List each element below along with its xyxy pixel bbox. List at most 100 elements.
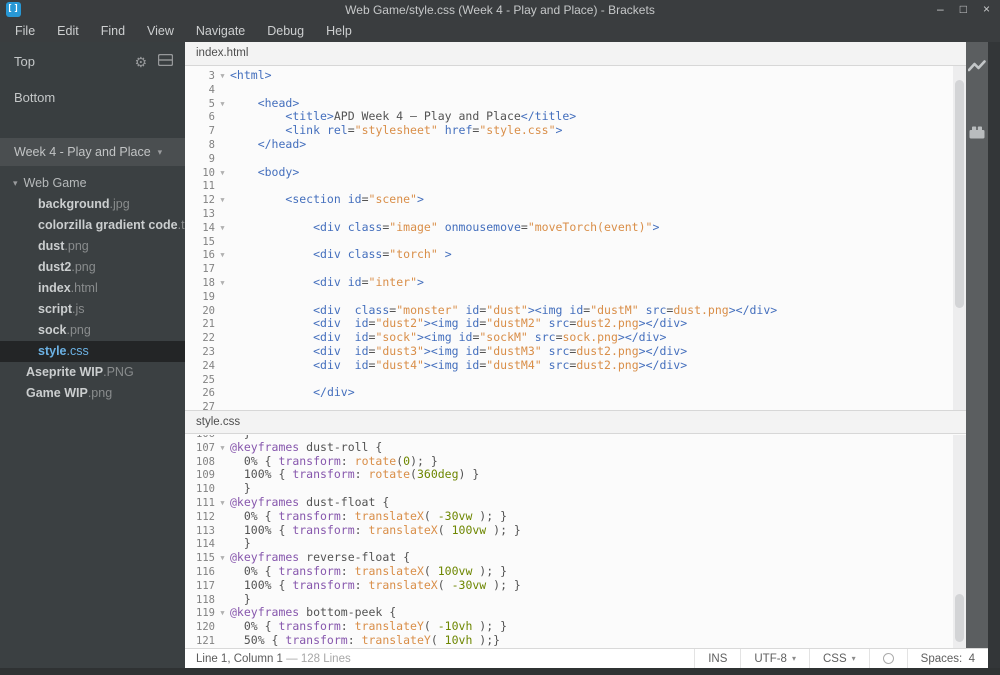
- code-token: >: [527, 302, 535, 317]
- menu-edit[interactable]: Edit: [46, 24, 90, 38]
- code-token: rotate: [368, 467, 411, 482]
- code-token: transform: [292, 577, 355, 592]
- working-set-bottom-label: Bottom: [14, 90, 56, 105]
- code-text: 50% { transform: translateY( 10vh );}: [230, 633, 500, 647]
- code-token: </head>: [257, 136, 307, 151]
- code-token: (: [423, 563, 438, 578]
- indent-settings[interactable]: Spaces: 4: [906, 649, 988, 668]
- code-token: id: [354, 330, 369, 345]
- fold-arrow-icon[interactable]: ▼: [215, 98, 230, 112]
- close-button[interactable]: ×: [983, 2, 990, 16]
- tree-file-item[interactable]: index.html: [0, 278, 185, 299]
- gear-icon[interactable]: ⚙: [134, 55, 147, 69]
- code-line: 6 <title>APD Week 4 – Play and Place</ti…: [185, 109, 953, 124]
- code-token: 10vh: [444, 632, 473, 647]
- menu-navigate[interactable]: Navigate: [185, 24, 256, 38]
- line-number: 25: [202, 373, 215, 386]
- code-token: =: [555, 330, 563, 345]
- code-line: 14 ▼ <div class="image" onmousemove="move…: [185, 219, 953, 236]
- split-view-icon[interactable]: [157, 53, 174, 71]
- code-text: <html>: [230, 68, 272, 82]
- menu-find[interactable]: Find: [90, 24, 136, 38]
- maximize-button[interactable]: □: [960, 2, 967, 16]
- fold-arrow-icon[interactable]: ▼: [215, 194, 230, 208]
- fold-arrow-icon[interactable]: ▼: [215, 167, 230, 181]
- tree-file-item[interactable]: background.jpg: [0, 194, 185, 215]
- code-token: id: [465, 343, 480, 358]
- language-dropdown[interactable]: CSS ▾: [808, 649, 869, 668]
- code-line: 27: [185, 400, 953, 410]
- tree-file-item[interactable]: script.js: [0, 299, 185, 320]
- tree-file-item[interactable]: Aseprite WIP.PNG: [0, 362, 185, 383]
- fold-arrow-icon[interactable]: ▼: [215, 552, 230, 566]
- code-token: 50% {: [230, 632, 286, 647]
- code-token: (: [437, 522, 452, 537]
- tree-file-item[interactable]: colorzilla gradient code.txt: [0, 215, 194, 236]
- pane-header-style-css: style.css: [185, 410, 966, 434]
- extension-manager-icon[interactable]: [968, 125, 986, 144]
- encoding-dropdown[interactable]: UTF-8 ▾: [740, 649, 809, 668]
- menu-debug[interactable]: Debug: [256, 24, 315, 38]
- tree-file-item[interactable]: sock.png: [0, 320, 185, 341]
- code-token: ); }: [472, 563, 507, 578]
- code-token: class: [354, 302, 390, 317]
- tree-folder-item[interactable]: ▾ Web Game: [0, 173, 185, 194]
- tree-file-item[interactable]: dust.png: [0, 236, 185, 257]
- line-number: 117: [196, 579, 215, 592]
- code-token: APD Week 4 – Play and Place: [333, 109, 521, 124]
- line-number: 12: [202, 194, 215, 207]
- fold-arrow-icon[interactable]: ▼: [215, 442, 230, 456]
- code-line: 12 ▼ <section id="scene">: [185, 192, 953, 208]
- code-text: }: [230, 481, 251, 495]
- code-token: src: [548, 343, 570, 358]
- code-token: "torch": [389, 247, 438, 262]
- code-text: <div id="sock"><img id="sockM" src=sock.…: [230, 330, 666, 344]
- menu-view[interactable]: View: [136, 24, 185, 38]
- line-number: 10: [202, 166, 215, 179]
- line-number: 27: [202, 401, 215, 410]
- fold-arrow-icon[interactable]: ▼: [215, 607, 230, 621]
- code-text: <div class="monster" id="dust"><img id="…: [230, 303, 777, 317]
- code-token: translateY: [361, 632, 431, 647]
- code-token: "dustM4": [486, 357, 542, 372]
- code-editor-bottom[interactable]: 106 }107▼@keyframes dust-roll {108 0% { …: [185, 435, 953, 648]
- code-token: "dust2": [375, 316, 424, 331]
- tree-file-item[interactable]: style.css: [0, 341, 185, 362]
- insert-mode-indicator[interactable]: INS: [694, 649, 740, 668]
- code-token: }: [230, 591, 251, 606]
- code-line: 23 <div id="dust3"><img id="dustM3" src=…: [185, 343, 953, 359]
- menu-help[interactable]: Help: [315, 24, 363, 38]
- menu-file[interactable]: File: [4, 24, 46, 38]
- minimize-button[interactable]: –: [937, 2, 944, 16]
- code-token: <div: [313, 219, 341, 234]
- code-editor-top[interactable]: 3 ▼ <html> 4 5 ▼ <head> 6 <title>APD Week 4 – …: [185, 66, 953, 410]
- project-dropdown[interactable]: Week 4 - Play and Place ▾: [0, 138, 185, 166]
- code-token: </title>: [520, 109, 577, 124]
- code-token: :: [354, 522, 369, 537]
- lint-status[interactable]: [868, 649, 907, 668]
- chevron-down-icon: ▾: [791, 654, 796, 663]
- fold-arrow-icon[interactable]: ▼: [215, 497, 230, 511]
- code-text: <body>: [230, 165, 300, 179]
- code-token: id: [354, 343, 369, 358]
- code-token: -10vh: [437, 619, 473, 634]
- code-line: 11: [185, 179, 953, 193]
- live-preview-icon[interactable]: [967, 60, 986, 79]
- fold-arrow-icon[interactable]: ▼: [215, 70, 230, 84]
- line-number: 9: [208, 152, 215, 165]
- folder-caret-icon[interactable]: ▾: [13, 178, 18, 188]
- code-line: 17: [185, 262, 953, 276]
- fold-arrow-icon[interactable]: ▼: [215, 249, 230, 263]
- title-bar: [] Web Game/style.css (Week 4 - Play and…: [0, 0, 1000, 20]
- code-token: =: [361, 274, 369, 289]
- tree-file-item[interactable]: dust2.png: [0, 257, 185, 278]
- scrollbar-thumb-top[interactable]: [955, 80, 964, 308]
- scrollbar-thumb-bottom[interactable]: [955, 594, 964, 642]
- code-token: @keyframes: [230, 439, 300, 454]
- tree-file-item[interactable]: Game WIP.png: [0, 383, 185, 404]
- fold-arrow-icon[interactable]: ▼: [215, 222, 230, 236]
- fold-arrow-icon[interactable]: ▼: [215, 277, 230, 291]
